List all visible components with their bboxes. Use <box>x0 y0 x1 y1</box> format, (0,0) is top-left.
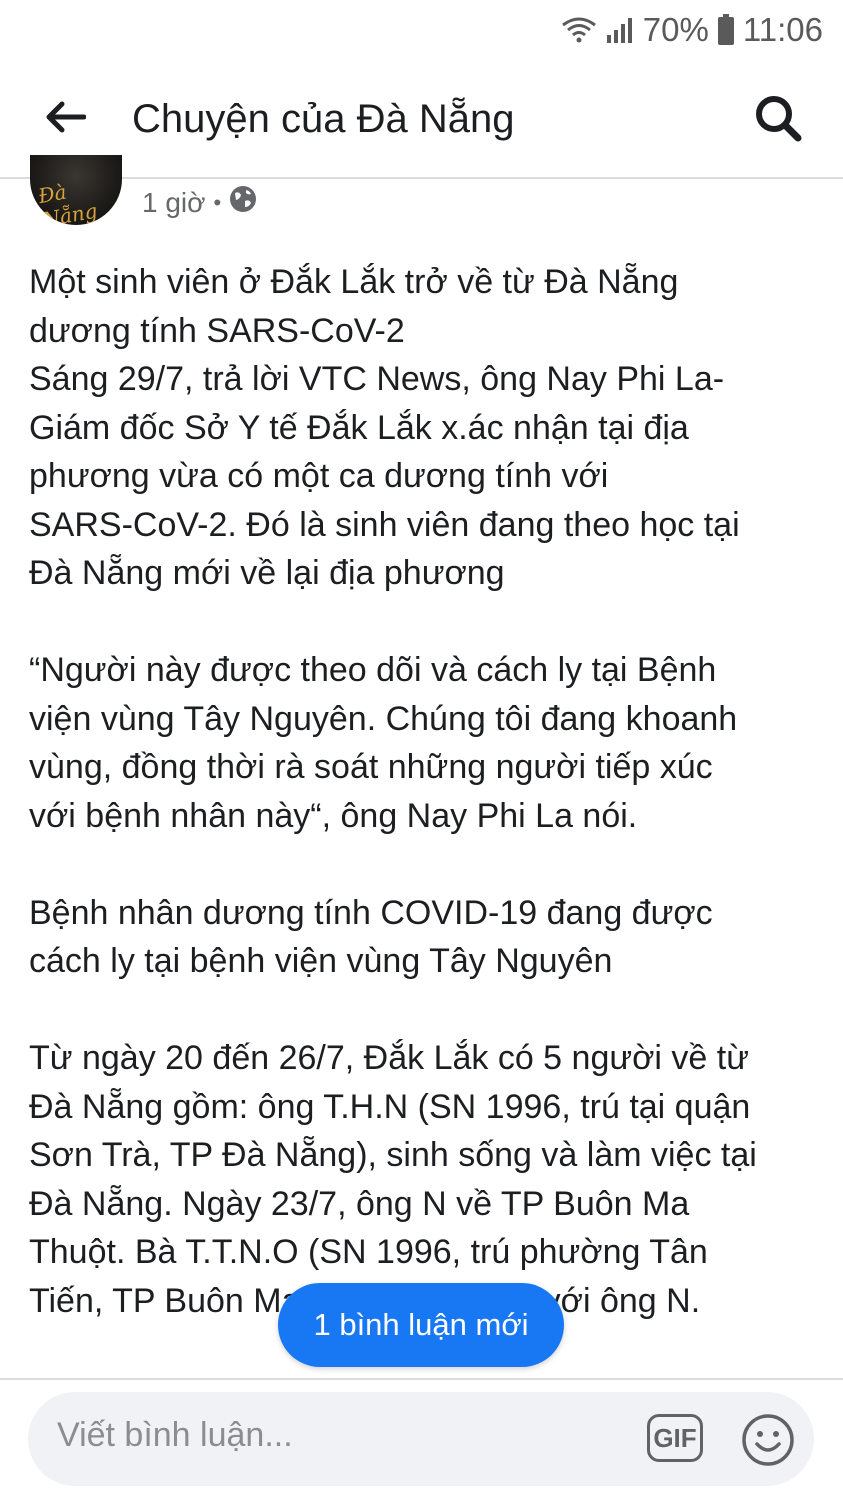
post-text-line: Sáng 29/7, trả lời VTC News, ông Nay Phi… <box>29 360 725 398</box>
post-text-line: Đà Nẵng. Ngày 23/7, ông N về TP Buôn Ma <box>29 1184 690 1223</box>
post-text-line: Từ ngày 20 đến 26/7, Đắk Lắk có 5 người … <box>29 1039 749 1077</box>
search-button[interactable] <box>750 92 806 148</box>
smiley-icon <box>740 1414 796 1472</box>
avatar[interactable]: Đà Nẵng <box>30 155 122 225</box>
post-text-line: vùng, đồng thời rà soát những người tiếp… <box>29 748 713 786</box>
post-text-line: dương tính SARS-CoV-2 <box>29 311 405 350</box>
signal-icon <box>605 15 635 45</box>
clock: 11:06 <box>742 11 823 48</box>
post-text-line: Bệnh nhân dương tính COVID-19 đang được <box>29 893 713 932</box>
globe-icon <box>229 185 257 220</box>
post-body: Một sinh viên ở Đắk Lắk trở về từ Đà Nẵn… <box>29 258 829 1325</box>
app-bar: Chuyện của Đà Nẵng <box>0 60 843 179</box>
post-text-line: Đà Nẵng gồm: ông T.H.N (SN 1996, trú tại… <box>29 1087 751 1126</box>
post-text-line: viện vùng Tây Nguyên. Chúng tôi đang kho… <box>29 699 738 738</box>
post-text-line: Giám đốc Sở Y tế Đắk Lắk x.ác nhận tại đ… <box>29 408 689 447</box>
page-title: Chuyện của Đà Nẵng <box>132 97 515 141</box>
post-text-line: cách ly tại bệnh viện vùng Tây Nguyên <box>29 942 613 980</box>
post-text-line: SARS-CoV-2. Đó là sinh viên đang theo họ… <box>29 505 740 544</box>
status-bar: 70% 11:06 <box>0 0 843 60</box>
arrow-left-icon <box>44 100 87 139</box>
post-text-line: Một sinh viên ở Đắk Lắk trở về từ Đà Nẵn… <box>29 263 679 301</box>
avatar-logo-text: Đà Nẵng <box>36 179 100 225</box>
post-text-line: với bệnh nhân này“, ông Nay Phi La nói. <box>29 796 638 835</box>
battery-icon <box>717 14 735 46</box>
post-header: Đà Nẵng 1 giờ • <box>0 155 843 234</box>
battery-percent: 70% <box>642 11 709 48</box>
new-comment-banner[interactable]: 1 bình luận mới <box>278 1283 564 1367</box>
post-text-line: phương vừa có một ca dương tính với <box>29 457 609 495</box>
meta-separator: • <box>213 189 222 215</box>
post-text-line: “Người này được theo dõi và cách ly tại … <box>29 651 717 689</box>
search-icon <box>753 93 803 148</box>
post-timestamp[interactable]: 1 giờ <box>142 187 206 219</box>
comment-placeholder: Viết bình luận... <box>57 1416 293 1454</box>
post-text-line: Thuột. Bà T.T.N.O (SN 1996, trú phường T… <box>29 1233 708 1271</box>
wifi-icon <box>561 15 597 45</box>
post-meta: 1 giờ • <box>142 185 257 220</box>
post-text-line: Sơn Trà, TP Đà Nẵng), sinh sống và làm v… <box>29 1136 757 1174</box>
emoji-button[interactable] <box>740 1412 796 1468</box>
back-button[interactable] <box>40 94 90 144</box>
comment-composer: Viết bình luận... GIF <box>0 1380 843 1499</box>
status-icons: 70% 11:06 <box>561 8 823 52</box>
gif-button[interactable]: GIF <box>647 1414 703 1462</box>
post-text-line: Đà Nẵng mới về lại địa phương <box>29 554 505 592</box>
